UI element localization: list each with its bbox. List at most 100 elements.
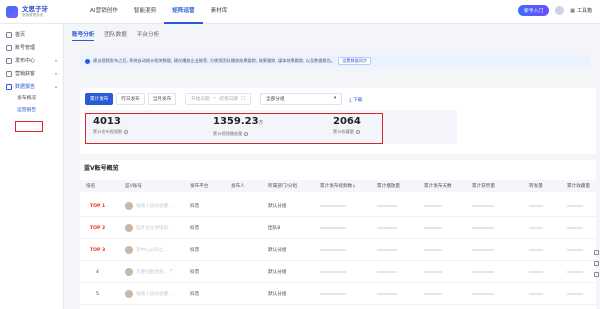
date-range-picker[interactable]: 开始日期 ~ 结束日期 ▢ [185,93,252,105]
sidebar-item-publish[interactable]: 发布中心 ▾ [0,54,63,67]
sidebar-sub-publish-overview[interactable]: 发布概况 [0,93,63,105]
sidebar-item-home[interactable]: 首页 [0,28,63,41]
chevron-down-icon: ▾ [54,58,57,63]
sidebar-item-label: 发布中心 [15,58,36,64]
sidebar-item-label: 首页 [15,32,26,38]
account-avatar [125,246,133,254]
chart-icon [6,83,12,90]
nav-matrix-ops[interactable]: 矩阵运营 [164,0,203,24]
th-shares: 转发量 [529,184,543,189]
megaphone-icon [6,70,12,77]
cell-rank: TOP 2 [90,225,106,231]
cell-rank: 4 [96,269,99,275]
nav-ai-creation[interactable]: AI营销创作 [82,0,126,24]
cell-group: 默认分组 [268,292,287,297]
blurred-value [320,293,346,295]
blurred-value [529,227,543,229]
table-row[interactable]: 5 福来人说伙会肥... 抖音 默认分组 [80,283,596,305]
th-platform: 发布平台 [190,184,209,189]
filter-month-button[interactable]: 当月发布 [147,93,177,105]
table-row[interactable]: TOP 2 伍叶坊立体培训... 抖音 团队8 [80,217,596,239]
cell-account[interactable]: 福来人说伙会肥... [136,291,173,297]
sidebar: 首页 账号管理 发布中心 ▾ 营销获客 ▾ 数据报告 ▴ 发布概况 运营报告 [0,24,64,309]
blurred-value [424,293,442,295]
blurred-value [567,271,583,273]
avatar[interactable] [555,6,565,15]
blurred-value [567,227,583,229]
cell-rank: 5 [96,291,99,297]
report-tabs: 账号分析 团队数据 平台分析 [72,30,594,44]
blurred-value [320,227,346,229]
send-icon [6,57,12,64]
th-group: 所属部门/分组 [268,184,298,189]
table-title: 蓝V账号概览 [84,165,119,172]
nav-assets[interactable]: 素材库 [203,0,236,24]
cell-platform: 抖音 [190,204,200,209]
tab-platform-analysis[interactable]: 平台分析 [137,30,159,38]
blurred-value [472,271,494,273]
filter-yesterday-button[interactable]: 昨日发布 [116,93,145,105]
headset-icon[interactable] [594,261,599,266]
cell-platform: 抖音 [190,248,200,253]
blurred-value [320,271,346,273]
nav-smart-edit[interactable]: 智能混剪 [126,0,164,24]
grid-icon[interactable] [594,272,599,277]
download-button[interactable]: ⤓ 下载 [349,96,362,103]
cell-platform: 抖音 [190,270,200,275]
tab-account-analysis[interactable]: 账号分析 [72,30,95,41]
cell-account[interactable]: 方便在配合金... 广 [136,269,174,275]
th-plays: 累计播放量 [377,184,400,189]
sidebar-item-accounts[interactable]: 账号管理 [0,41,63,54]
newbie-button[interactable]: 新手入门 [518,5,550,16]
download-icon: ⤓ [349,97,352,103]
blurred-value [529,249,543,251]
table-row[interactable]: 4 方便在配合金... 广 抖音 默认分组 [80,261,596,283]
toolbox-button[interactable]: ▦ 工具箱 [570,7,592,15]
th-rank: 排名 [86,184,96,189]
top-bar: 文思子牙 营销管理系统 AI营销创作 智能混剪 矩阵运营 素材库 新手入门 ▦ … [0,0,600,24]
sidebar-highlight-box [15,121,43,132]
th-account: 蓝V账号 [125,184,142,189]
blurred-value [567,249,583,251]
blurred-value [529,271,543,273]
sidebar-item-reports[interactable]: 数据报告 ▴ [0,80,63,93]
cell-group: 默认分组 [268,248,287,253]
chevron-down-icon: ▾ [54,71,57,76]
cell-rank: TOP 1 [90,203,106,209]
edit-icon[interactable] [594,250,599,255]
filter-bar: 累计发布 昨日发布 当月发布 开始日期 ~ 结束日期 ▢ 全部分组 ▾ ⤓ 下载 [85,93,362,105]
group-select[interactable]: 全部分组 ▾ [260,93,343,105]
sidebar-sub-ops-report[interactable]: 运营报告 [0,105,63,117]
notice-bar: 建议视频发布之后, 系统自动统计相关数据, 建议播放企业推荐, 方便您团队播放效… [80,55,590,67]
right-toolbar [594,250,600,277]
info-icon [85,58,90,64]
sidebar-item-label: 数据报告 [15,84,36,90]
blurred-value [377,227,397,229]
cell-account[interactable]: 京中心公司之... [136,247,168,253]
blurred-value [424,249,442,251]
cell-group: 团队8 [268,226,281,231]
filter-total-button[interactable]: 累计发布 [85,93,114,105]
main-nav: AI营销创作 智能混剪 矩阵运营 素材库 [82,0,235,24]
cell-platform: 抖音 [190,226,200,231]
sidebar-item-label: 营销获客 [15,71,36,77]
tab-team-data[interactable]: 团队数据 [104,30,126,38]
th-likes: 累计获赞量 [472,184,495,189]
table-row[interactable]: TOP 3 京中心公司之... 抖音 默认分组 [80,239,596,261]
sidebar-item-marketing[interactable]: 营销获客 ▾ [0,67,63,80]
data-sync-button[interactable]: 设置数据同步 [338,57,372,65]
th-videos[interactable]: 累计发布视频数↓ [320,183,356,189]
cell-account[interactable]: 伍叶坊立体培训... [136,225,173,231]
account-avatar [125,202,133,210]
stats-highlight-box [85,113,383,144]
brand-logo[interactable]: 文思子牙 营销管理系统 [0,5,80,18]
download-label: 下载 [352,97,363,103]
blurred-value [472,249,494,251]
blurred-value [567,293,583,295]
th-publisher: 发布人 [231,184,245,189]
cell-platform: 抖音 [190,292,200,297]
table-row[interactable]: TOP 1 福来人说伙会肥... 抖音 默认分组 [80,195,596,217]
calendar-icon: ▢ [240,96,246,101]
blurred-value [529,205,543,207]
cell-account[interactable]: 福来人说伙会肥... [136,203,173,209]
